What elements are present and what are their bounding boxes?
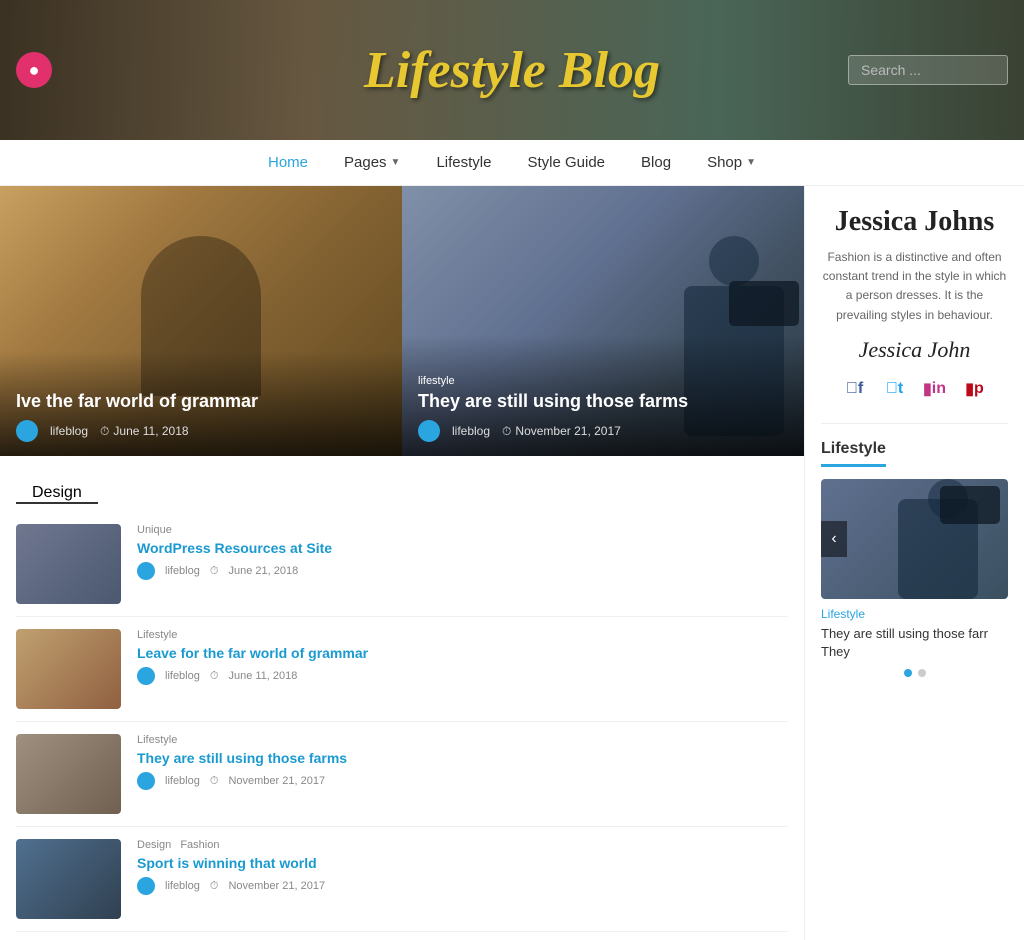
featured-right[interactable]: lifestyle They are still using those far… <box>402 186 804 456</box>
card-category-2: Lifestyle <box>137 629 788 641</box>
card-title-4[interactable]: Sport is winning that world <box>137 855 788 871</box>
search-area <box>848 55 1008 85</box>
pinterest-icon[interactable]: ▮ <box>961 375 989 403</box>
featured-right-category: lifestyle <box>418 375 788 387</box>
nav-pages[interactable]: Pages ▼ <box>344 154 400 171</box>
nav-home[interactable]: Home <box>268 154 308 171</box>
card-title-2[interactable]: Leave for the far world of grammar <box>137 645 788 661</box>
nav-shop[interactable]: Shop ▼ <box>707 154 756 171</box>
card-meta-2: lifeblog ⏱ June 11, 2018 <box>137 667 788 685</box>
pages-arrow: ▼ <box>391 157 401 168</box>
shop-arrow: ▼ <box>746 157 756 168</box>
card-thumb-4 <box>16 839 121 919</box>
twitter-icon[interactable]:  <box>881 375 909 403</box>
card-row-2: Lifestyle Leave for the far world of gra… <box>16 617 788 722</box>
sidebar-featured-image: ‹ <box>821 479 1008 599</box>
card-thumb-2 <box>16 629 121 709</box>
card-author-2: lifeblog <box>165 670 200 682</box>
card-row: Unique WordPress Resources at Site lifeb… <box>16 512 788 617</box>
nav-lifestyle[interactable]: Lifestyle <box>436 154 491 171</box>
clock-icon: ⏱ <box>100 424 109 439</box>
clock-icon-c1: ⏱ <box>210 565 219 578</box>
featured-left-title: Ive the far world of grammar <box>16 391 386 412</box>
card-author-1: lifeblog <box>165 565 200 577</box>
featured-left-meta: lifeblog ⏱ June 11, 2018 <box>16 420 386 442</box>
author-bio: Fashion is a distinctive and often const… <box>821 248 1008 325</box>
facebook-icon[interactable]:  <box>841 375 869 403</box>
featured-grid: Ive the far world of grammar lifeblog ⏱ … <box>0 186 804 456</box>
site-header: ● Lifestyle Blog <box>0 0 1024 140</box>
featured-right-avatar <box>418 420 440 442</box>
card-row-4: Design Fashion Sport is winning that wor… <box>16 827 788 932</box>
sidebar-prev-button[interactable]: ‹ <box>821 521 847 557</box>
card-thumb-1 <box>16 524 121 604</box>
sidebar: Jessica Johns Fashion is a distinctive a… <box>804 186 1024 940</box>
card-grid: Unique WordPress Resources at Site lifeb… <box>0 504 804 940</box>
dot-1[interactable] <box>904 669 912 677</box>
sidebar-author: Jessica Johns Fashion is a distinctive a… <box>821 206 1008 424</box>
card-author-4: lifeblog <box>165 880 200 892</box>
card-date-1: June 21, 2018 <box>228 565 298 577</box>
featured-right-title: They are still using those farms <box>418 391 788 412</box>
featured-left-avatar <box>16 420 38 442</box>
author-signature: Jessica John <box>821 337 1008 363</box>
featured-left-author: lifeblog <box>50 424 88 438</box>
card-title-3[interactable]: They are still using those farms <box>137 750 788 766</box>
card-avatar-2 <box>137 667 155 685</box>
sidebar-post-category: Lifestyle <box>821 607 1008 621</box>
main-layout: Ive the far world of grammar lifeblog ⏱ … <box>0 186 1024 940</box>
main-nav: Home Pages ▼ Lifestyle Style Guide Blog … <box>0 140 1024 186</box>
carousel-dots <box>821 669 1008 677</box>
card-meta-1: lifeblog ⏱ June 21, 2018 <box>137 562 788 580</box>
featured-right-author: lifeblog <box>452 424 490 438</box>
featured-right-meta: lifeblog ⏱ November 21, 2017 <box>418 420 788 442</box>
social-links:   ▮ ▮ <box>821 375 1008 403</box>
nav-style-guide[interactable]: Style Guide <box>527 154 605 171</box>
card-date-3: November 21, 2017 <box>228 775 325 787</box>
card-info-3: Lifestyle They are still using those far… <box>137 734 788 814</box>
instagram-button[interactable]: ● <box>16 52 52 88</box>
author-name: Jessica Johns <box>821 206 1008 238</box>
card-date-4: November 21, 2017 <box>228 880 325 892</box>
clock-icon-c4: ⏱ <box>210 880 219 893</box>
card-avatar-4 <box>137 877 155 895</box>
sidebar-lifestyle-section: Lifestyle ‹ Lifestyle They are still usi… <box>821 440 1008 677</box>
card-category-1: Unique <box>137 524 788 536</box>
clock-icon-2: ⏱ <box>502 424 511 439</box>
nav-blog[interactable]: Blog <box>641 154 671 171</box>
card-thumb-3 <box>16 734 121 814</box>
sidebar-post-title: They are still using those farr They <box>821 625 1008 661</box>
section-label: Design <box>16 468 98 504</box>
card-category-4: Design Fashion <box>137 839 788 851</box>
card-info-1: Unique WordPress Resources at Site lifeb… <box>137 524 788 604</box>
featured-left-date: ⏱ June 11, 2018 <box>100 424 189 439</box>
card-title-1[interactable]: WordPress Resources at Site <box>137 540 788 556</box>
featured-left[interactable]: Ive the far world of grammar lifeblog ⏱ … <box>0 186 402 456</box>
card-meta-3: lifeblog ⏱ November 21, 2017 <box>137 772 788 790</box>
card-info-4: Design Fashion Sport is winning that wor… <box>137 839 788 919</box>
card-row-3: Lifestyle They are still using those far… <box>16 722 788 827</box>
card-avatar-3 <box>137 772 155 790</box>
card-meta-4: lifeblog ⏱ November 21, 2017 <box>137 877 788 895</box>
instagram-social-icon[interactable]: ▮ <box>921 375 949 403</box>
clock-icon-c2: ⏱ <box>210 670 219 683</box>
search-input[interactable] <box>848 55 1008 85</box>
sidebar-section-title: Lifestyle <box>821 440 886 467</box>
card-info-2: Lifestyle Leave for the far world of gra… <box>137 629 788 709</box>
card-avatar-1 <box>137 562 155 580</box>
card-category-3: Lifestyle <box>137 734 788 746</box>
clock-icon-c3: ⏱ <box>210 775 219 788</box>
site-title: Lifestyle Blog <box>364 41 660 100</box>
instagram-icon: ● <box>29 60 40 81</box>
card-date-2: June 11, 2018 <box>228 670 297 682</box>
card-author-3: lifeblog <box>165 775 200 787</box>
section-header: Design <box>0 456 804 504</box>
featured-right-date: ⏱ November 21, 2017 <box>502 424 621 439</box>
content-area: Ive the far world of grammar lifeblog ⏱ … <box>0 186 804 940</box>
dot-2[interactable] <box>918 669 926 677</box>
